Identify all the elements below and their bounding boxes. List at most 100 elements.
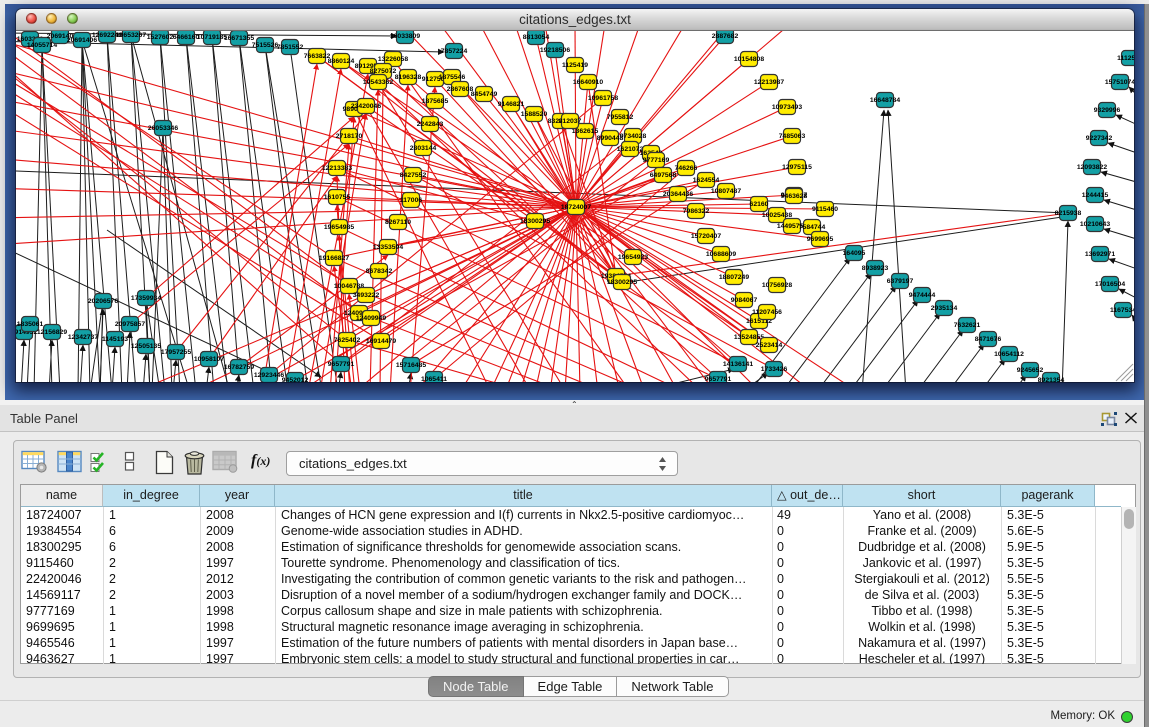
svg-text:10719185: 10719185 — [197, 34, 227, 41]
svg-text:117006: 117006 — [400, 197, 423, 204]
svg-text:9474444: 9474444 — [909, 292, 936, 299]
svg-text:6497568: 6497568 — [650, 172, 677, 179]
svg-text:10958107: 10958107 — [194, 356, 224, 363]
svg-text:8267110: 8267110 — [385, 219, 411, 226]
svg-text:16782759: 16782759 — [224, 364, 254, 371]
svg-text:1588520: 1588520 — [521, 111, 548, 118]
svg-text:16914479: 16914479 — [366, 338, 396, 345]
svg-text:8215938: 8215938 — [1055, 210, 1082, 217]
svg-text:12975115: 12975115 — [782, 164, 812, 171]
svg-text:8921354: 8921354 — [1038, 377, 1065, 382]
svg-text:9146821: 9146821 — [498, 101, 525, 108]
svg-text:7663822: 7663822 — [304, 53, 331, 60]
svg-text:1875685: 1875685 — [422, 98, 449, 105]
svg-text:812037: 812037 — [559, 118, 582, 125]
svg-text:14136141: 14136141 — [723, 361, 753, 368]
svg-text:1167534: 1167534 — [1110, 307, 1134, 314]
svg-text:9452012: 9452012 — [282, 377, 309, 382]
svg-text:20206576: 20206576 — [88, 298, 118, 305]
svg-text:10543362: 10543362 — [363, 79, 393, 86]
svg-text:13353594: 13353594 — [373, 244, 403, 251]
svg-text:1527602: 1527602 — [147, 34, 174, 41]
svg-text:12156829: 12156829 — [37, 329, 67, 336]
svg-text:18300295: 18300295 — [607, 279, 637, 286]
svg-text:19166827: 19166827 — [319, 255, 349, 262]
svg-text:18724007: 18724007 — [561, 204, 591, 211]
svg-text:7857224: 7857224 — [441, 48, 468, 55]
svg-text:13692971: 13692971 — [1085, 251, 1115, 258]
svg-text:15720407: 15720407 — [691, 233, 721, 240]
svg-text:26053346: 26053346 — [148, 125, 178, 132]
svg-text:6466160: 6466160 — [173, 34, 200, 41]
svg-text:8938923: 8938923 — [862, 265, 889, 272]
svg-text:1145193: 1145193 — [102, 336, 128, 343]
svg-text:19654985: 19654985 — [324, 224, 354, 231]
svg-text:9463628: 9463628 — [781, 193, 808, 200]
svg-text:2523414: 2523414 — [756, 342, 783, 349]
svg-text:8678342: 8678342 — [366, 268, 393, 275]
svg-text:12923446: 12923446 — [254, 372, 284, 379]
svg-text:164095: 164095 — [843, 250, 866, 257]
svg-text:2935134: 2935134 — [931, 305, 958, 312]
svg-text:23420046: 23420046 — [351, 103, 381, 110]
svg-text:9329996: 9329996 — [1094, 107, 1121, 114]
svg-text:9115460: 9115460 — [812, 206, 838, 213]
svg-text:7955812: 7955812 — [607, 114, 634, 121]
svg-text:7515526: 7515526 — [252, 42, 279, 49]
svg-text:7851552: 7851552 — [277, 44, 304, 51]
svg-text:20975857: 20975857 — [115, 321, 145, 328]
svg-text:2718170: 2718170 — [336, 133, 363, 140]
svg-text:12093822: 12093822 — [1077, 164, 1107, 171]
svg-text:1733426: 1733426 — [761, 366, 788, 373]
svg-text:1875546: 1875546 — [439, 74, 466, 81]
svg-text:10973493: 10973493 — [772, 104, 802, 111]
svg-text:1835061: 1835061 — [17, 321, 44, 328]
svg-text:17359934: 17359934 — [131, 295, 161, 302]
svg-text:1065411: 1065411 — [421, 376, 447, 382]
svg-text:16640910: 16640910 — [573, 79, 603, 86]
svg-text:9657791: 9657791 — [328, 361, 355, 368]
svg-text:12409949: 12409949 — [356, 315, 386, 322]
svg-text:1624554: 1624554 — [693, 177, 720, 184]
svg-text:10654112: 10654112 — [994, 351, 1024, 358]
svg-text:2887682: 2887682 — [712, 33, 739, 40]
svg-text:9227342: 9227342 — [1086, 135, 1113, 142]
svg-text:16671355: 16671355 — [224, 35, 254, 42]
svg-text:10961758: 10961758 — [588, 95, 618, 102]
svg-text:62160: 62160 — [750, 201, 769, 208]
svg-text:1244415: 1244415 — [1082, 192, 1109, 199]
svg-text:12213987: 12213987 — [754, 79, 784, 86]
svg-text:9084067: 9084067 — [731, 297, 758, 304]
svg-text:8860124: 8860124 — [328, 58, 355, 65]
svg-text:13226058: 13226058 — [378, 56, 408, 63]
svg-text:19218506: 19218506 — [540, 47, 570, 54]
svg-text:13524855: 13524855 — [734, 334, 764, 341]
svg-text:10756928: 10756928 — [762, 282, 792, 289]
svg-text:2867608: 2867608 — [447, 86, 474, 93]
svg-text:2242843: 2242843 — [417, 121, 444, 128]
svg-text:9699695: 9699695 — [807, 236, 834, 243]
svg-text:8427552: 8427552 — [400, 172, 427, 179]
svg-text:10807487: 10807487 — [711, 188, 741, 195]
svg-text:19654923: 19654923 — [618, 254, 648, 261]
svg-text:12213383: 12213383 — [322, 165, 352, 172]
svg-text:15716485: 15716485 — [396, 362, 426, 369]
svg-text:7986322: 7986322 — [683, 208, 710, 215]
svg-text:16648784: 16648784 — [870, 97, 900, 104]
svg-text:10688609: 10688609 — [706, 251, 736, 258]
svg-text:10653267: 10653267 — [116, 32, 146, 39]
svg-text:7485063: 7485063 — [779, 133, 806, 140]
svg-text:1610755: 1610755 — [324, 194, 351, 201]
svg-text:16033809: 16033809 — [390, 33, 420, 40]
svg-text:18807249: 18807249 — [719, 274, 749, 281]
svg-text:9245652: 9245652 — [1017, 367, 1044, 374]
svg-text:7632621: 7632621 — [954, 322, 981, 329]
svg-text:20364436: 20364436 — [663, 191, 693, 198]
svg-text:8471676: 8471676 — [975, 336, 1002, 343]
svg-text:10154808: 10154808 — [734, 56, 764, 63]
svg-text:9657791: 9657791 — [705, 376, 732, 382]
svg-text:9777169: 9777169 — [643, 157, 670, 164]
svg-text:11207456: 11207456 — [752, 309, 782, 316]
svg-text:8813054: 8813054 — [523, 34, 550, 41]
svg-text:18300295: 18300295 — [520, 218, 550, 225]
